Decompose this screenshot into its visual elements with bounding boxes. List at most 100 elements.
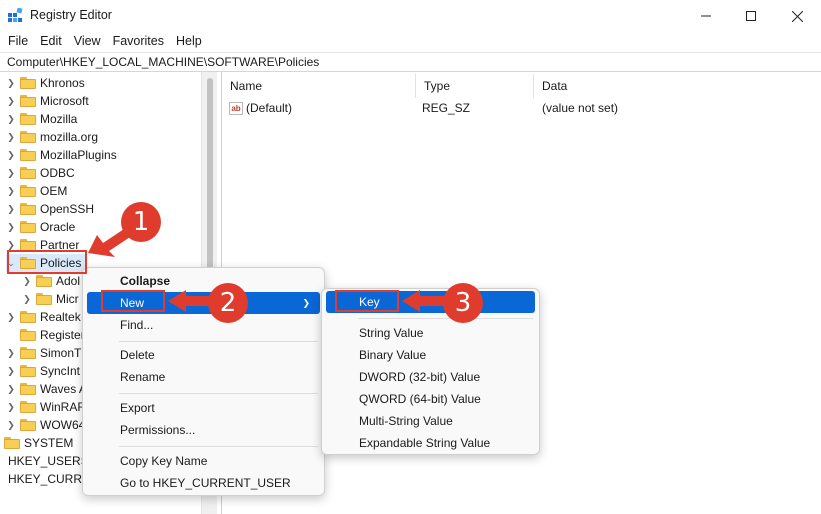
menu-favorites[interactable]: Favorites [107, 32, 170, 52]
menu-item-goto-hkcu[interactable]: Go to HKEY_CURRENT_USER [87, 472, 320, 494]
minimize-icon [701, 15, 711, 17]
tree-item-hkey-users[interactable]: HKEY_USERS [8, 452, 89, 470]
menu-item-delete[interactable]: Delete [87, 344, 320, 366]
folder-icon [20, 149, 36, 161]
chevron-right-icon[interactable]: ❯ [6, 110, 16, 128]
chevron-right-icon[interactable]: ❯ [6, 416, 16, 434]
menu-help[interactable]: Help [170, 32, 208, 52]
chevron-right-icon[interactable]: ❯ [6, 164, 16, 182]
tree-item-label: Micr [56, 292, 79, 306]
minimize-button[interactable] [683, 0, 729, 32]
tree-item[interactable]: ❯ WinRAR [6, 398, 86, 416]
string-value-icon: ab [229, 102, 243, 115]
chevron-right-icon[interactable]: ❯ [6, 128, 16, 146]
menu-item-export[interactable]: Export [87, 397, 320, 419]
menu-item-copy-key-name[interactable]: Copy Key Name [87, 450, 320, 472]
folder-icon [36, 275, 52, 287]
column-header-data[interactable]: Data [534, 74, 821, 98]
step-badge-3: 3 [443, 283, 483, 323]
tree-item[interactable]: ❯ OpenSSH [6, 200, 94, 218]
chevron-right-icon[interactable]: ❯ [6, 74, 16, 92]
tree-item-label: WOW64 [40, 418, 86, 432]
folder-icon [36, 293, 52, 305]
menu-file[interactable]: File [2, 32, 34, 52]
tree-item[interactable]: Register [6, 326, 85, 344]
chevron-right-icon[interactable]: ❯ [22, 272, 32, 290]
menu-edit[interactable]: Edit [34, 32, 68, 52]
folder-icon [20, 383, 36, 395]
chevron-right-icon[interactable]: ❯ [6, 398, 16, 416]
value-data: (value not set) [542, 101, 619, 115]
highlight-box-policies [7, 250, 87, 274]
tree-item[interactable]: ❯ MozillaPlugins [6, 146, 116, 164]
tree-item[interactable]: ❯ Mozilla [6, 110, 77, 128]
tree-item-label: SyncInt [40, 364, 81, 378]
submenu-item-multi-string-value[interactable]: Multi-String Value [326, 410, 535, 432]
tree-item-label: OEM [40, 184, 68, 198]
tree-item[interactable]: ❯ SimonT [6, 344, 81, 362]
folder-icon [20, 401, 36, 413]
chevron-right-icon[interactable]: ❯ [6, 308, 16, 326]
new-submenu: Key String Value Binary Value DWORD (32-… [321, 288, 540, 455]
column-header-name[interactable]: Name [222, 74, 416, 98]
highlight-box-new [101, 290, 165, 312]
close-button[interactable] [774, 0, 820, 32]
tree-item-label: Khronos [40, 76, 85, 90]
tree-item[interactable]: ❯ Adol [22, 272, 80, 290]
menu-item-find[interactable]: Find... [87, 314, 320, 336]
tree-item[interactable]: ❯ Waves A [6, 380, 87, 398]
folder-icon [4, 437, 20, 449]
chevron-right-icon[interactable]: ❯ [22, 290, 32, 308]
scrollbar-thumb[interactable] [207, 78, 213, 278]
folder-icon [20, 185, 36, 197]
folder-icon [20, 95, 36, 107]
submenu-item-expandable-string-value[interactable]: Expandable String Value [326, 432, 535, 454]
chevron-right-icon[interactable]: ❯ [6, 200, 16, 218]
tree-item[interactable]: ❯ Microsoft [6, 92, 88, 110]
tree-item[interactable]: ❯ WOW64 [6, 416, 85, 434]
tree-item[interactable]: ❯ Khronos [6, 74, 85, 92]
folder-icon [20, 419, 36, 431]
maximize-button[interactable] [728, 0, 774, 32]
menu-item-collapse[interactable]: Collapse [87, 270, 320, 292]
highlight-box-key [335, 290, 399, 312]
tree-item[interactable]: ❯ OEM [6, 182, 67, 200]
submenu-item-qword-value[interactable]: QWORD (64-bit) Value [326, 388, 535, 410]
menu-bar: File Edit View Favorites Help [0, 32, 821, 52]
submenu-item-dword-value[interactable]: DWORD (32-bit) Value [326, 366, 535, 388]
chevron-right-icon[interactable]: ❯ [6, 182, 16, 200]
window-title: Registry Editor [30, 8, 112, 22]
menu-item-rename[interactable]: Rename [87, 366, 320, 388]
tree-item-label: Waves A [40, 382, 87, 396]
value-name[interactable]: (Default) [246, 99, 292, 117]
chevron-right-icon[interactable]: ❯ [6, 344, 16, 362]
address-bar[interactable]: Computer\HKEY_LOCAL_MACHINE\SOFTWARE\Pol… [0, 52, 821, 72]
menu-item-permissions[interactable]: Permissions... [87, 419, 320, 441]
menu-view[interactable]: View [68, 32, 107, 52]
folder-icon [20, 347, 36, 359]
tree-item[interactable]: ❯ mozilla.org [6, 128, 98, 146]
tree-item[interactable]: ❯ Oracle [6, 218, 75, 236]
chevron-right-icon[interactable]: ❯ [6, 92, 16, 110]
chevron-right-icon[interactable]: ❯ [6, 218, 16, 236]
chevron-right-icon[interactable]: ❯ [6, 362, 16, 380]
tree-item-label: mozilla.org [40, 130, 99, 144]
tree-item[interactable]: ❯ Realtek [6, 308, 80, 326]
tree-item[interactable]: ❯ SyncInt [6, 362, 80, 380]
close-icon [791, 10, 803, 22]
tree-item[interactable]: ❯ ODBC [6, 164, 75, 182]
folder-icon [20, 365, 36, 377]
tree-item-label: SYSTEM [24, 436, 74, 450]
tree-item-label: ODBC [40, 166, 75, 180]
tree-item[interactable]: ❯ Micr [22, 290, 79, 308]
folder-icon [20, 113, 36, 125]
tree-item-hkey-current-user[interactable]: HKEY_CURREI [8, 470, 93, 488]
column-header-type[interactable]: Type [416, 74, 534, 98]
submenu-item-string-value[interactable]: String Value [326, 322, 535, 344]
submenu-item-binary-value[interactable]: Binary Value [326, 344, 535, 366]
chevron-right-icon[interactable]: ❯ [6, 380, 16, 398]
registry-editor-icon [8, 8, 23, 22]
menu-separator [358, 318, 533, 319]
tree-item-system[interactable]: SYSTEM [0, 434, 73, 452]
chevron-right-icon[interactable]: ❯ [6, 146, 16, 164]
